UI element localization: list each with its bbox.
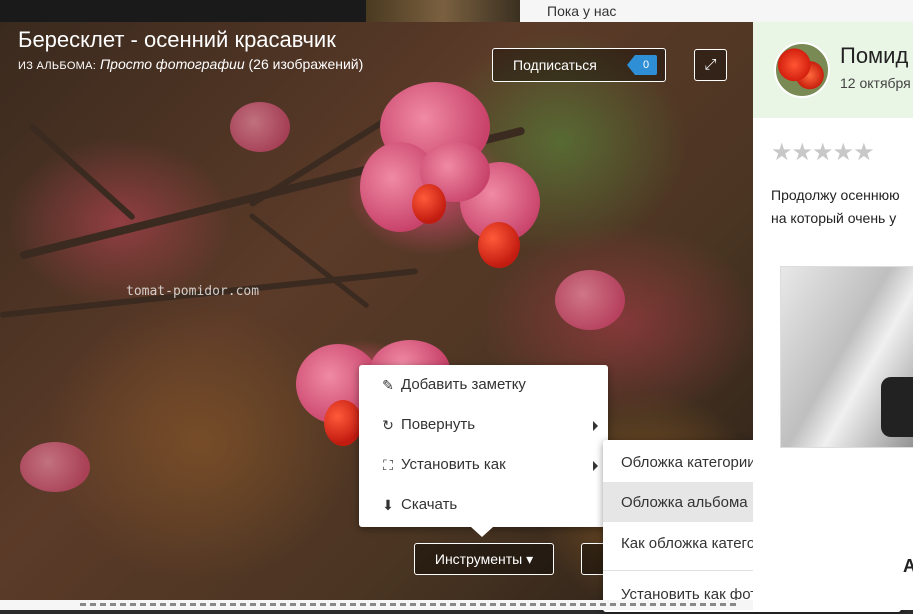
- photo-album-info: ИЗ АЛЬБОМА: Просто фотографии (26 изобра…: [18, 56, 363, 72]
- flower-petal: [20, 442, 90, 492]
- berry: [478, 222, 520, 268]
- berry: [324, 400, 362, 446]
- album-link[interactable]: Просто фотографии: [100, 56, 245, 72]
- submenu-item-label: Обложка категории: [621, 454, 756, 471]
- flower-petal: [230, 102, 290, 152]
- submenu-item-label: Обложка альбома: [621, 494, 748, 511]
- tools-dropdown-menu: ✎ Добавить заметку ↻ Повернуть ⛶ Установ…: [359, 365, 608, 537]
- bottom-strip: [0, 600, 753, 610]
- rating-stars[interactable]: ★★★★★: [771, 138, 875, 167]
- berry: [412, 184, 446, 224]
- top-strip-label: Пока у нас: [547, 3, 617, 19]
- branch: [27, 122, 137, 221]
- subscribe-button[interactable]: Подписаться 0: [492, 48, 666, 82]
- chevron-right-icon: [593, 461, 598, 471]
- post-excerpt: Продолжу осеннюю на который очень у: [771, 184, 900, 230]
- crop-icon: ⛶: [383, 457, 393, 473]
- watermark: tomat-pomidor.com: [126, 284, 260, 299]
- expand-icon: ⤢: [704, 56, 717, 73]
- top-strip: Пока у нас: [0, 0, 913, 22]
- top-thumbnail[interactable]: [366, 0, 520, 22]
- bottom-strip-text: [80, 603, 740, 606]
- menu-item-download[interactable]: ⬇ Скачать: [359, 486, 608, 526]
- download-icon: ⬇: [382, 497, 394, 513]
- excerpt-line: Продолжу осеннюю: [771, 187, 900, 203]
- fullscreen-button[interactable]: ⤢: [694, 49, 727, 81]
- chevron-right-icon: [593, 421, 598, 431]
- menu-item-label: Повернуть: [401, 416, 476, 433]
- edit-icon: ✎: [382, 377, 394, 393]
- photo-title: Бересклет - осенний красавчик: [18, 27, 336, 52]
- car-image: [881, 377, 913, 437]
- secondary-tool-button[interactable]: [581, 543, 605, 575]
- subscribe-label: Подписаться: [513, 57, 597, 73]
- author-name[interactable]: Помид: [840, 43, 908, 69]
- avatar[interactable]: [774, 42, 830, 98]
- post-image[interactable]: [780, 266, 913, 448]
- menu-item-add-note[interactable]: ✎ Добавить заметку: [359, 366, 608, 406]
- menu-item-label: Добавить заметку: [401, 376, 526, 393]
- post-date: 12 октября: [840, 75, 911, 91]
- excerpt-line: на который очень у: [771, 210, 897, 226]
- branch: [248, 212, 370, 309]
- menu-item-set-as[interactable]: ⛶ Установить как: [359, 446, 608, 486]
- menu-item-label: Установить как: [401, 456, 506, 473]
- sidebar: Помид 12 октября ★★★★★ Продолжу осеннюю …: [753, 22, 913, 610]
- flower-petal: [555, 270, 625, 330]
- album-count: (26 изображений): [248, 56, 364, 72]
- sidebar-heading-fragment: А: [903, 556, 913, 576]
- menu-item-label: Скачать: [401, 496, 458, 513]
- album-prefix: ИЗ АЛЬБОМА:: [18, 60, 97, 72]
- menu-item-rotate[interactable]: ↻ Повернуть: [359, 406, 608, 446]
- tools-button[interactable]: Инструменты ▾: [414, 543, 554, 575]
- rotate-icon: ↻: [382, 417, 394, 433]
- subscriber-count-badge: 0: [627, 55, 657, 75]
